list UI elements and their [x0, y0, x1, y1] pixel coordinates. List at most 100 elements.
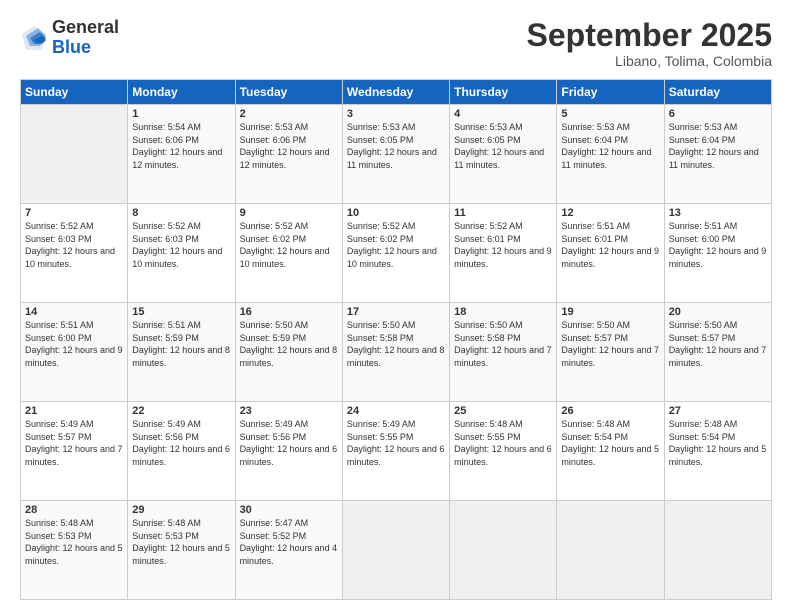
day-number: 7 [25, 207, 123, 219]
day-info: Sunrise: 5:53 AM Sunset: 6:05 PM Dayligh… [454, 121, 552, 171]
day-number: 5 [561, 108, 659, 120]
sunset: Sunset: 6:05 PM [454, 135, 521, 145]
sunset: Sunset: 6:06 PM [240, 135, 307, 145]
calendar-cell: 12 Sunrise: 5:51 AM Sunset: 6:01 PM Dayl… [557, 204, 664, 303]
sunrise: Sunrise: 5:52 AM [347, 221, 416, 231]
logo-icon [20, 24, 48, 52]
sunrise: Sunrise: 5:51 AM [25, 320, 94, 330]
sunset: Sunset: 6:02 PM [347, 234, 414, 244]
sunrise: Sunrise: 5:49 AM [132, 419, 201, 429]
sunrise: Sunrise: 5:53 AM [561, 122, 630, 132]
daylight: Daylight: 12 hours and 8 minutes. [240, 345, 338, 368]
sunrise: Sunrise: 5:47 AM [240, 518, 309, 528]
col-friday: Friday [557, 80, 664, 105]
calendar-cell: 4 Sunrise: 5:53 AM Sunset: 6:05 PM Dayli… [450, 105, 557, 204]
sunrise: Sunrise: 5:51 AM [132, 320, 201, 330]
day-number: 4 [454, 108, 552, 120]
sunset: Sunset: 5:59 PM [240, 333, 307, 343]
logo-blue: Blue [52, 37, 91, 57]
sunrise: Sunrise: 5:52 AM [25, 221, 94, 231]
daylight: Daylight: 12 hours and 7 minutes. [561, 345, 659, 368]
calendar-cell: 11 Sunrise: 5:52 AM Sunset: 6:01 PM Dayl… [450, 204, 557, 303]
calendar-cell: 20 Sunrise: 5:50 AM Sunset: 5:57 PM Dayl… [664, 303, 771, 402]
calendar-cell: 3 Sunrise: 5:53 AM Sunset: 6:05 PM Dayli… [342, 105, 449, 204]
sunset: Sunset: 6:03 PM [132, 234, 199, 244]
day-number: 20 [669, 306, 767, 318]
day-number: 6 [669, 108, 767, 120]
calendar: Sunday Monday Tuesday Wednesday Thursday… [20, 79, 772, 600]
sunrise: Sunrise: 5:50 AM [454, 320, 523, 330]
sunset: Sunset: 5:54 PM [561, 432, 628, 442]
sunset: Sunset: 5:58 PM [347, 333, 414, 343]
daylight: Daylight: 12 hours and 11 minutes. [454, 147, 544, 170]
calendar-cell: 6 Sunrise: 5:53 AM Sunset: 6:04 PM Dayli… [664, 105, 771, 204]
day-number: 22 [132, 405, 230, 417]
day-number: 26 [561, 405, 659, 417]
sunset: Sunset: 6:06 PM [132, 135, 199, 145]
daylight: Daylight: 12 hours and 5 minutes. [25, 543, 123, 566]
calendar-cell: 8 Sunrise: 5:52 AM Sunset: 6:03 PM Dayli… [128, 204, 235, 303]
daylight: Daylight: 12 hours and 8 minutes. [132, 345, 230, 368]
sunset: Sunset: 5:53 PM [25, 531, 92, 541]
sunset: Sunset: 5:56 PM [132, 432, 199, 442]
sunrise: Sunrise: 5:53 AM [454, 122, 523, 132]
daylight: Daylight: 12 hours and 8 minutes. [347, 345, 445, 368]
calendar-cell: 29 Sunrise: 5:48 AM Sunset: 5:53 PM Dayl… [128, 501, 235, 600]
daylight: Daylight: 12 hours and 4 minutes. [240, 543, 338, 566]
day-info: Sunrise: 5:52 AM Sunset: 6:03 PM Dayligh… [25, 220, 123, 270]
daylight: Daylight: 12 hours and 10 minutes. [347, 246, 437, 269]
calendar-cell: 23 Sunrise: 5:49 AM Sunset: 5:56 PM Dayl… [235, 402, 342, 501]
month-title: September 2025 [527, 18, 772, 53]
daylight: Daylight: 12 hours and 9 minutes. [669, 246, 767, 269]
day-info: Sunrise: 5:48 AM Sunset: 5:54 PM Dayligh… [561, 418, 659, 468]
calendar-cell: 24 Sunrise: 5:49 AM Sunset: 5:55 PM Dayl… [342, 402, 449, 501]
daylight: Daylight: 12 hours and 11 minutes. [347, 147, 437, 170]
day-info: Sunrise: 5:53 AM Sunset: 6:06 PM Dayligh… [240, 121, 338, 171]
day-info: Sunrise: 5:50 AM Sunset: 5:59 PM Dayligh… [240, 319, 338, 369]
day-number: 17 [347, 306, 445, 318]
day-info: Sunrise: 5:51 AM Sunset: 6:00 PM Dayligh… [25, 319, 123, 369]
sunrise: Sunrise: 5:52 AM [132, 221, 201, 231]
sunrise: Sunrise: 5:51 AM [561, 221, 630, 231]
calendar-cell: 10 Sunrise: 5:52 AM Sunset: 6:02 PM Dayl… [342, 204, 449, 303]
sunset: Sunset: 6:04 PM [669, 135, 736, 145]
day-number: 11 [454, 207, 552, 219]
calendar-cell [21, 105, 128, 204]
sunset: Sunset: 5:55 PM [347, 432, 414, 442]
day-info: Sunrise: 5:50 AM Sunset: 5:57 PM Dayligh… [561, 319, 659, 369]
sunset: Sunset: 5:57 PM [561, 333, 628, 343]
day-info: Sunrise: 5:52 AM Sunset: 6:01 PM Dayligh… [454, 220, 552, 270]
day-info: Sunrise: 5:50 AM Sunset: 5:58 PM Dayligh… [347, 319, 445, 369]
day-info: Sunrise: 5:50 AM Sunset: 5:58 PM Dayligh… [454, 319, 552, 369]
day-number: 21 [25, 405, 123, 417]
sunrise: Sunrise: 5:48 AM [669, 419, 738, 429]
daylight: Daylight: 12 hours and 6 minutes. [347, 444, 445, 467]
daylight: Daylight: 12 hours and 10 minutes. [132, 246, 222, 269]
calendar-cell [450, 501, 557, 600]
day-info: Sunrise: 5:50 AM Sunset: 5:57 PM Dayligh… [669, 319, 767, 369]
day-info: Sunrise: 5:52 AM Sunset: 6:03 PM Dayligh… [132, 220, 230, 270]
day-info: Sunrise: 5:51 AM Sunset: 6:00 PM Dayligh… [669, 220, 767, 270]
calendar-week-2: 7 Sunrise: 5:52 AM Sunset: 6:03 PM Dayli… [21, 204, 772, 303]
day-info: Sunrise: 5:53 AM Sunset: 6:04 PM Dayligh… [561, 121, 659, 171]
col-tuesday: Tuesday [235, 80, 342, 105]
calendar-cell [557, 501, 664, 600]
calendar-week-1: 1 Sunrise: 5:54 AM Sunset: 6:06 PM Dayli… [21, 105, 772, 204]
calendar-cell [342, 501, 449, 600]
sunrise: Sunrise: 5:50 AM [240, 320, 309, 330]
sunrise: Sunrise: 5:48 AM [132, 518, 201, 528]
calendar-header-row: Sunday Monday Tuesday Wednesday Thursday… [21, 80, 772, 105]
col-saturday: Saturday [664, 80, 771, 105]
daylight: Daylight: 12 hours and 7 minutes. [669, 345, 767, 368]
col-sunday: Sunday [21, 80, 128, 105]
calendar-cell: 18 Sunrise: 5:50 AM Sunset: 5:58 PM Dayl… [450, 303, 557, 402]
sunset: Sunset: 6:02 PM [240, 234, 307, 244]
calendar-cell: 21 Sunrise: 5:49 AM Sunset: 5:57 PM Dayl… [21, 402, 128, 501]
sunset: Sunset: 5:56 PM [240, 432, 307, 442]
day-number: 10 [347, 207, 445, 219]
sunset: Sunset: 6:01 PM [454, 234, 521, 244]
day-number: 9 [240, 207, 338, 219]
day-info: Sunrise: 5:51 AM Sunset: 5:59 PM Dayligh… [132, 319, 230, 369]
day-info: Sunrise: 5:47 AM Sunset: 5:52 PM Dayligh… [240, 517, 338, 567]
sunrise: Sunrise: 5:48 AM [454, 419, 523, 429]
